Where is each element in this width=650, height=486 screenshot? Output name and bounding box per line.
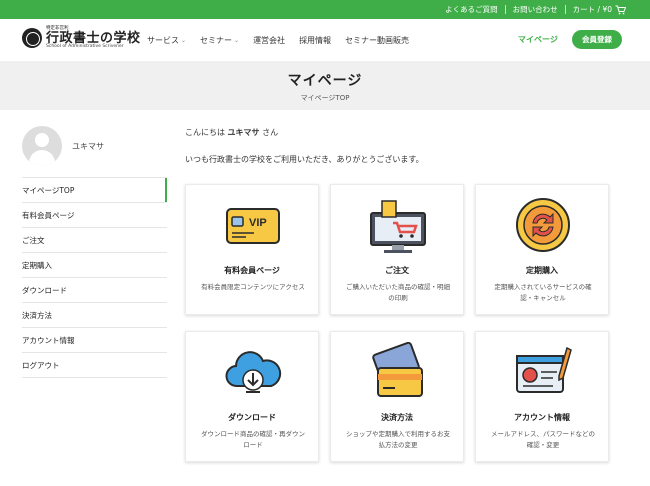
user-profile: ユキマサ: [22, 126, 167, 166]
card-description: メールアドレス、パスワードなどの確認・変更: [491, 430, 595, 449]
avatar: [22, 126, 62, 166]
breadcrumb: マイページTOP: [300, 94, 350, 102]
utility-bar: よくあるご質問 お問い合わせ カート / ¥0: [0, 0, 650, 19]
sidebar-item-orders[interactable]: ご注文: [22, 228, 167, 253]
logo-english-text: School of Administrative Scrivener: [46, 43, 124, 49]
card-downloads[interactable]: ダウンロード ダウンロード商品の確認・再ダウンロード: [185, 331, 319, 462]
page-title-band: マイページ マイページTOP: [0, 61, 650, 110]
card-description: ご購入いただいた商品の確認・明細の印刷: [346, 283, 450, 302]
username: ユキマサ: [72, 141, 104, 151]
sidebar-item-mypage-top[interactable]: マイページTOP: [22, 178, 167, 203]
cart-label: カート / ¥0: [572, 5, 612, 14]
chevron-down-icon: ⌄: [234, 36, 240, 44]
signup-button[interactable]: 会員登録: [572, 30, 622, 49]
card-orders[interactable]: ご注文 ご購入いただいた商品の確認・明細の印刷: [330, 184, 464, 315]
contact-link[interactable]: お問い合わせ: [506, 0, 565, 19]
repeat-icon: [516, 198, 570, 252]
nav-label: 運営会社: [253, 35, 286, 45]
nav-label: サービス: [147, 35, 179, 45]
main-nav: サービス ⌄ セミナー ⌄ 運営会社 採用情報 セミナー動画販売: [147, 19, 409, 61]
sidebar-menu: マイページTOP 有料会員ページ ご注文 定期購入 ダウンロード 決済方法 アカ…: [22, 177, 167, 378]
mypage-link[interactable]: マイページ: [518, 34, 558, 45]
card-description: ダウンロード商品の確認・再ダウンロード: [201, 430, 305, 449]
nav-item-service[interactable]: サービス ⌄: [147, 35, 186, 46]
card-title: 有料会員ページ: [224, 266, 280, 275]
id-card-icon: [516, 346, 572, 393]
greeting-suffix: さん: [259, 128, 279, 137]
page-title: マイページ: [287, 73, 363, 89]
sidebar-item-subscriptions[interactable]: 定期購入: [22, 253, 167, 278]
nav-label: 採用情報: [299, 35, 332, 45]
site-logo[interactable]: 特定非営利 行政書士の学校 School of Administrative S…: [22, 26, 141, 49]
greeting: こんにちは ユキマサ さん: [185, 126, 615, 140]
card-description: 定期購入されているサービスの確認・キャンセル: [494, 283, 592, 302]
nav-item-company[interactable]: 運営会社: [253, 35, 285, 46]
card-description: ショップや定期購入で利用するお支払方法の変更: [346, 430, 450, 449]
nav-label: セミナー: [200, 35, 233, 45]
sidebar-item-logout[interactable]: ログアウト: [22, 353, 167, 378]
nav-label: セミナー動画販売: [345, 35, 410, 45]
greeting-prefix: こんにちは: [185, 128, 228, 137]
nav-item-recruit[interactable]: 採用情報: [299, 35, 331, 46]
logo-seal-icon: [22, 28, 42, 48]
sidebar-item-payment[interactable]: 決済方法: [22, 303, 167, 328]
credit-card-icon: [372, 342, 423, 397]
site-header: 特定非営利 行政書士の学校 School of Administrative S…: [0, 19, 650, 61]
card-title: 定期購入: [526, 266, 558, 275]
card-account[interactable]: アカウント情報 メールアドレス、パスワードなどの確認・変更: [475, 331, 609, 462]
sidebar-item-paid-member[interactable]: 有料会員ページ: [22, 203, 167, 228]
card-payment[interactable]: 決済方法 ショップや定期購入で利用するお支払方法の変更: [330, 331, 464, 462]
welcome-message: いつも行政書士の学校をご利用いただき、ありがとうございます。: [185, 155, 424, 164]
cart-icon: [615, 5, 626, 14]
card-title: ご注文: [385, 266, 409, 275]
nav-item-seminar-video[interactable]: セミナー動画販売: [345, 35, 409, 46]
card-title: 決済方法: [381, 413, 413, 422]
svg-text:VIP: VIP: [249, 217, 267, 229]
logo-main-text: 行政書士の学校: [46, 30, 141, 46]
nav-item-seminar[interactable]: セミナー ⌄: [200, 35, 239, 46]
sidebar: ユキマサ マイページTOP 有料会員ページ ご注文 定期購入 ダウンロード 決済…: [22, 126, 167, 378]
sidebar-item-account[interactable]: アカウント情報: [22, 328, 167, 353]
chevron-down-icon: ⌄: [181, 36, 187, 44]
card-paid-member[interactable]: VIP 有料会員ページ 有料会員限定コンテンツにアクセス: [185, 184, 319, 315]
card-subscriptions[interactable]: 定期購入 定期購入されているサービスの確認・キャンセル: [475, 184, 609, 315]
card-description: 有料会員限定コンテンツにアクセス: [201, 283, 305, 291]
faq-link[interactable]: よくあるご質問: [438, 0, 505, 19]
main-content: こんにちは ユキマサ さん いつも行政書士の学校をご利用いただき、ありがとうござ…: [185, 126, 615, 167]
cloud-download-icon: [225, 351, 282, 393]
greeting-name: ユキマサ: [227, 128, 260, 137]
shopping-monitor-icon: [370, 200, 426, 253]
card-title: アカウント情報: [514, 413, 570, 422]
vip-card-icon: VIP: [226, 208, 280, 244]
sidebar-item-downloads[interactable]: ダウンロード: [22, 278, 167, 303]
card-title: ダウンロード: [228, 413, 276, 422]
cart-link[interactable]: カート / ¥0: [566, 0, 626, 19]
